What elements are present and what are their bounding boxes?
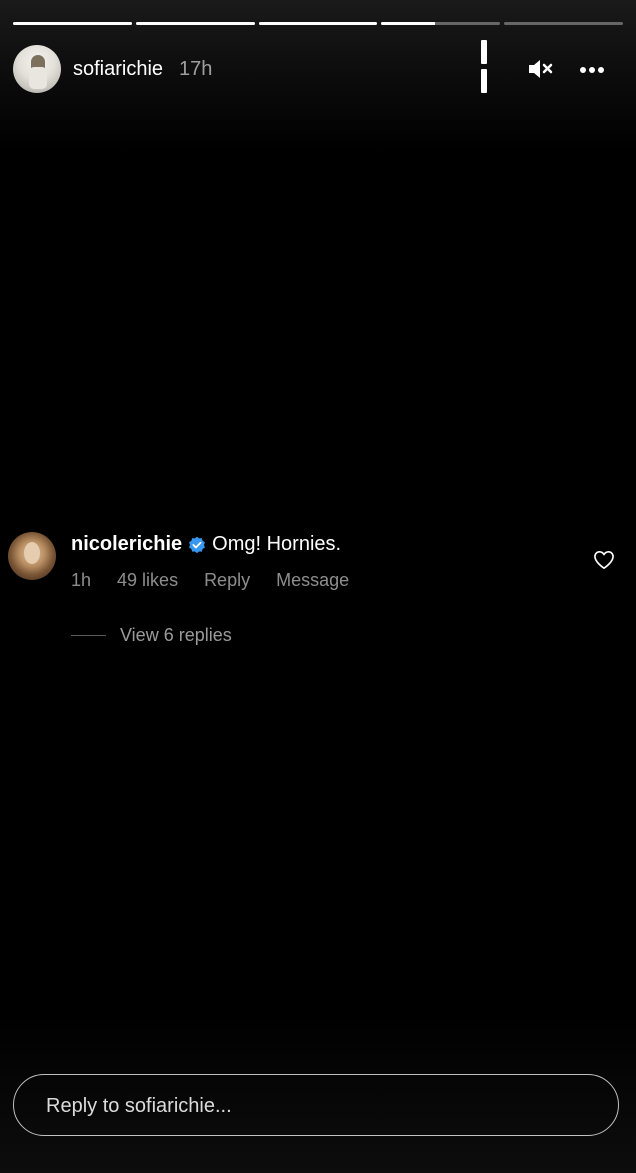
story-timestamp: 17h (179, 57, 213, 80)
message-button[interactable]: Message (276, 570, 349, 591)
progress-segment (381, 22, 501, 25)
avatar[interactable] (8, 532, 56, 580)
volume-muted-icon (529, 60, 553, 78)
pause-icon (481, 40, 501, 98)
more-horizontal-icon (580, 60, 607, 78)
avatar[interactable] (13, 45, 61, 93)
progress-segment (258, 22, 378, 25)
comment: nicolerichie Omg! Hornies. 1h 49 likes R… (8, 532, 628, 652)
pause-button[interactable] (481, 40, 501, 93)
view-replies-button[interactable]: View 6 replies (71, 625, 232, 646)
verified-badge-icon (189, 536, 206, 553)
reply-box[interactable] (13, 1074, 619, 1137)
comment-username[interactable]: nicolerichie (71, 533, 182, 556)
progress-segment (504, 22, 623, 25)
comment-meta: 1h 49 likes Reply Message (71, 570, 375, 591)
comment-likes[interactable]: 49 likes (117, 570, 178, 591)
divider (71, 635, 106, 636)
more-options-button[interactable] (580, 56, 608, 82)
view-replies-label: View 6 replies (120, 625, 232, 645)
mute-button[interactable] (527, 56, 553, 82)
heart-outline-icon[interactable] (593, 550, 615, 570)
reply-input[interactable] (44, 1075, 588, 1137)
comment-text: Omg! Hornies. (212, 533, 342, 555)
story-header: sofiarichie 17h (13, 45, 212, 93)
story-username[interactable]: sofiarichie (73, 58, 163, 81)
progress-segment (135, 22, 255, 25)
reply-button[interactable]: Reply (204, 570, 250, 591)
progress-segment (13, 22, 132, 25)
story-progress-bar (13, 22, 623, 25)
comment-time: 1h (71, 570, 92, 590)
